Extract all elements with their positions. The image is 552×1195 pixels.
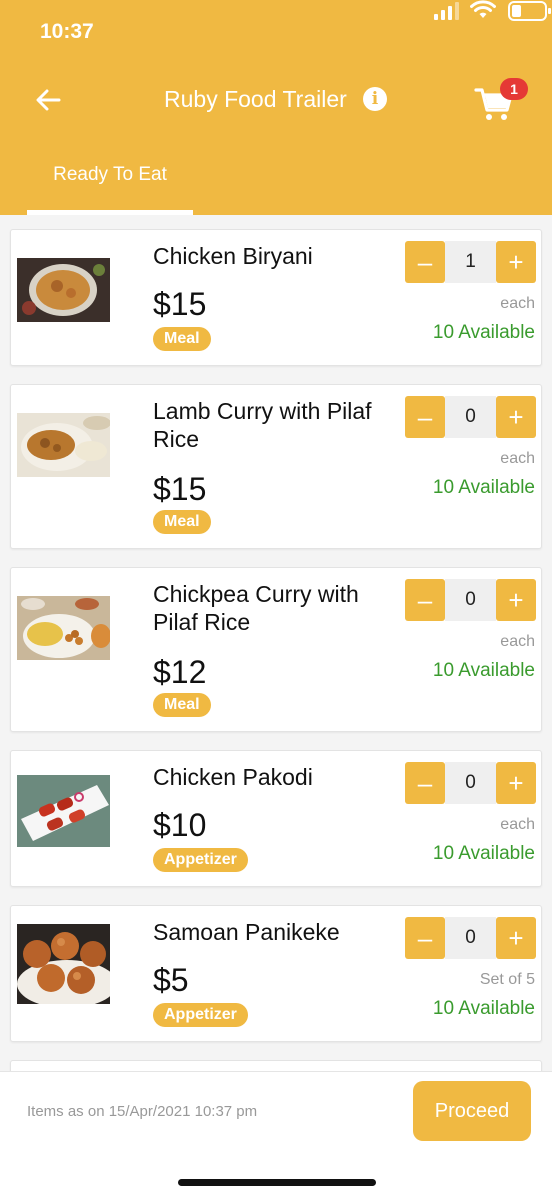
- chickpea-curry-image: [17, 596, 110, 660]
- wifi-icon: [470, 0, 496, 18]
- checkout-footer: Items as on 15/Apr/2021 10:37 pm Proceed: [0, 1071, 552, 1195]
- item-availability: 10 Available: [432, 843, 535, 864]
- decrease-quantity-button[interactable]: –: [405, 396, 445, 438]
- quantity-stepper: – 0 +: [405, 917, 537, 959]
- menu-item-card[interactable]: Samoan Panikeke $5 Appetizer – 0 + Set o…: [10, 905, 542, 1042]
- proceed-button[interactable]: Proceed: [413, 1081, 531, 1141]
- item-category-badge: Appetizer: [153, 848, 248, 872]
- quantity-value: 0: [445, 917, 496, 959]
- quantity-value: 0: [445, 762, 496, 804]
- increase-quantity-button[interactable]: +: [496, 241, 536, 283]
- page-title: Ruby Food Trailer: [164, 86, 347, 112]
- item-name: Samoan Panikeke: [153, 919, 340, 945]
- back-arrow-icon: [36, 89, 61, 111]
- item-price: $15: [153, 286, 207, 322]
- decrease-quantity-button[interactable]: –: [405, 579, 445, 621]
- menu-item-card[interactable]: Chicken Pakodi $10 Appetizer – 0 + each …: [10, 750, 542, 887]
- item-price: $15: [153, 471, 207, 507]
- item-availability: 10 Available: [432, 477, 535, 498]
- quantity-value: 1: [445, 241, 496, 283]
- signal-icon: [434, 2, 459, 20]
- menu-item-list[interactable]: Chicken Biryani $15 Meal – 1 + each 10 A…: [0, 215, 552, 1071]
- increase-quantity-button[interactable]: +: [496, 917, 536, 959]
- home-indicator: [178, 1179, 376, 1186]
- item-category-badge: Meal: [153, 327, 211, 351]
- cart-button[interactable]: 1: [474, 78, 530, 124]
- tab-label: Ready To Eat: [53, 164, 167, 185]
- menu-item-card[interactable]: Chickpea Curry with Pilaf Rice $12 Meal …: [10, 567, 542, 732]
- app-header: 10:37 Ruby Food Trailer i 1 Ready To Eat: [0, 0, 552, 215]
- cart-count-badge: 1: [500, 78, 528, 100]
- pakodi-image: [17, 775, 110, 847]
- quantity-value: 0: [445, 396, 496, 438]
- item-name: Chickpea Curry with Pilaf Rice: [153, 581, 359, 635]
- increase-quantity-button[interactable]: +: [496, 579, 536, 621]
- lamb-curry-image: [17, 413, 110, 477]
- back-button[interactable]: [28, 80, 68, 120]
- quantity-stepper: – 1 +: [405, 241, 537, 283]
- item-availability: 10 Available: [432, 998, 535, 1019]
- item-availability: 10 Available: [432, 322, 535, 343]
- item-category-badge: Meal: [153, 510, 211, 534]
- item-unit: each: [500, 295, 535, 312]
- decrease-quantity-button[interactable]: –: [405, 917, 445, 959]
- item-unit: each: [500, 633, 535, 650]
- items-timestamp-note: Items as on 15/Apr/2021 10:37 pm: [27, 1103, 258, 1120]
- tab-ready-to-eat[interactable]: Ready To Eat: [27, 150, 193, 215]
- panikeke-image: [17, 924, 110, 1004]
- item-name: Lamb Curry with Pilaf Rice: [153, 398, 372, 452]
- item-price: $10: [153, 807, 207, 843]
- menu-item-card[interactable]: Chicken Biryani $15 Meal – 1 + each 10 A…: [10, 229, 542, 366]
- quantity-stepper: – 0 +: [405, 396, 537, 438]
- quantity-stepper: – 0 +: [405, 762, 537, 804]
- biryani-image: [17, 258, 110, 322]
- decrease-quantity-button[interactable]: –: [405, 241, 445, 283]
- quantity-stepper: – 0 +: [405, 579, 537, 621]
- increase-quantity-button[interactable]: +: [496, 762, 536, 804]
- battery-icon: [508, 1, 551, 21]
- menu-item-card[interactable]: [10, 1060, 542, 1071]
- info-icon[interactable]: i: [363, 87, 387, 111]
- item-name: Chicken Pakodi: [153, 764, 313, 790]
- item-unit: Set of 5: [479, 971, 535, 988]
- item-unit: each: [500, 450, 535, 467]
- item-unit: each: [500, 816, 535, 833]
- item-name: Chicken Biryani: [153, 243, 313, 269]
- increase-quantity-button[interactable]: +: [496, 396, 536, 438]
- item-price: $12: [153, 654, 207, 690]
- status-bar: 10:37: [0, 0, 552, 66]
- item-category-badge: Appetizer: [153, 1003, 248, 1027]
- status-time: 10:37: [40, 20, 94, 43]
- decrease-quantity-button[interactable]: –: [405, 762, 445, 804]
- item-availability: 10 Available: [432, 660, 535, 681]
- item-price: $5: [153, 962, 189, 998]
- item-category-badge: Meal: [153, 693, 211, 717]
- quantity-value: 0: [445, 579, 496, 621]
- menu-item-card[interactable]: Lamb Curry with Pilaf Rice $15 Meal – 0 …: [10, 384, 542, 549]
